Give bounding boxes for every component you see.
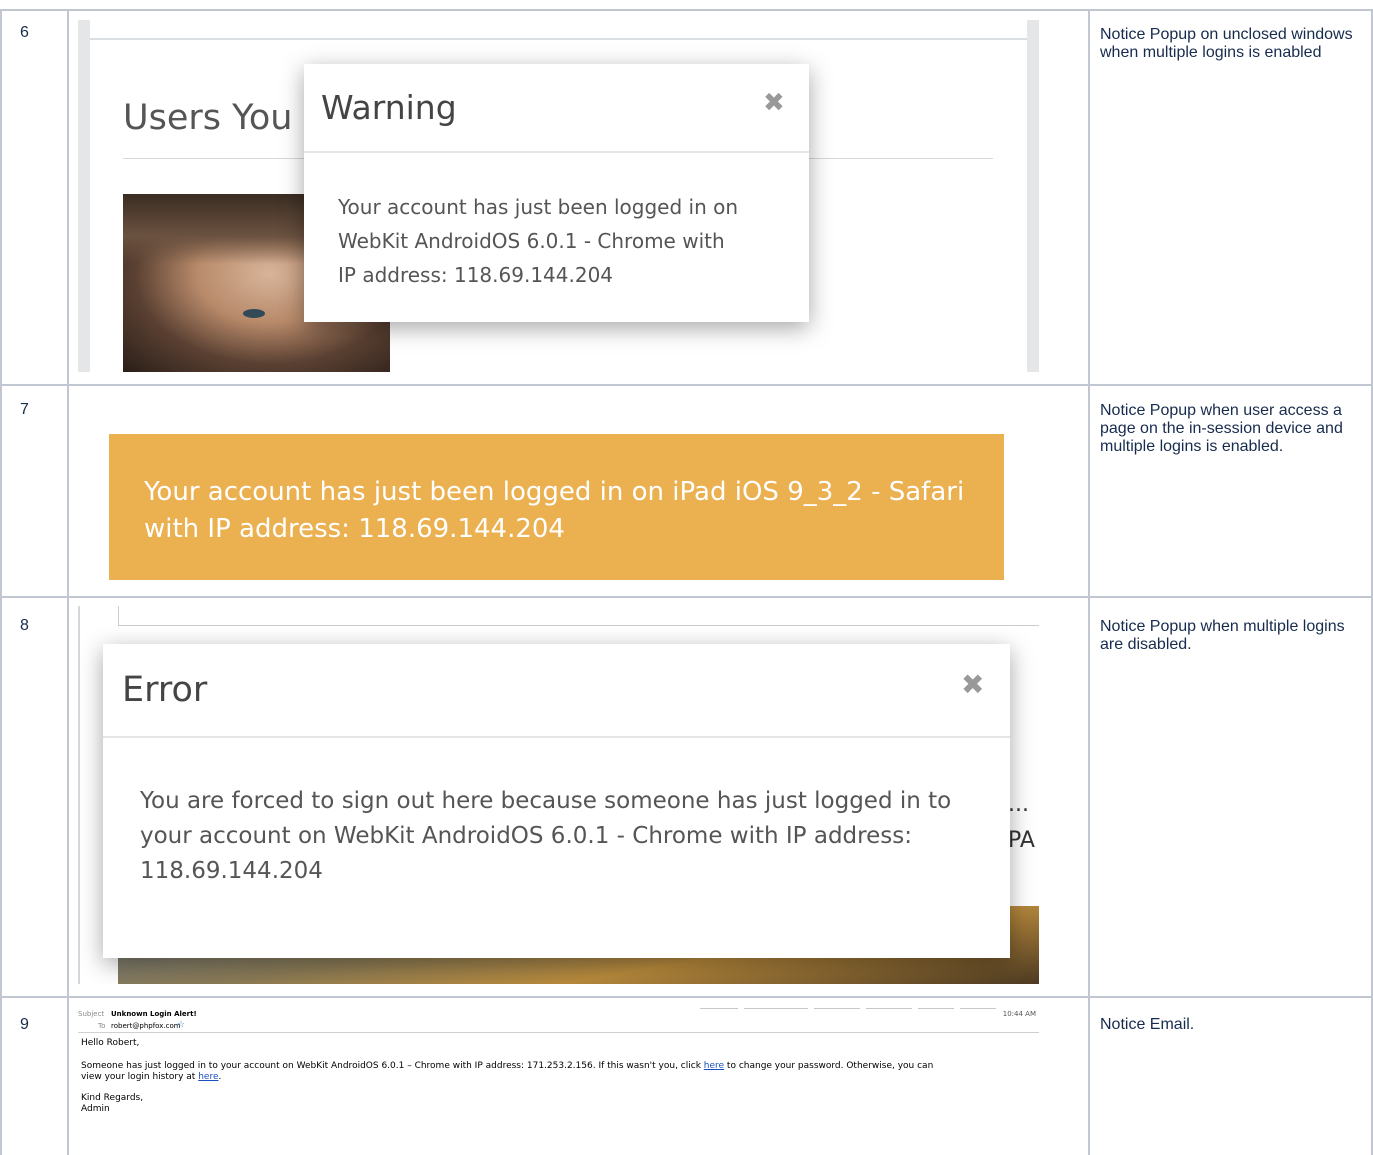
modal-message: Your account has just been logged in on …	[338, 190, 738, 292]
toolbar-button[interactable]	[960, 1008, 996, 1009]
column-divider	[67, 10, 69, 1155]
row-number: 7	[20, 401, 29, 418]
to-label: To	[98, 1022, 106, 1030]
warning-popup-screenshot: Users You Warning ✖ Your account has jus…	[78, 20, 1039, 372]
row-number: 9	[20, 1016, 29, 1033]
star-icon[interactable]: ☆	[177, 1020, 185, 1030]
error-modal: Error ✖ You are forced to sign out here …	[103, 644, 1010, 958]
frame-edge	[1027, 20, 1039, 372]
message-line: IP address: 118.69.144.204	[338, 263, 614, 287]
background-text: PA	[1008, 828, 1035, 853]
message-line: WebKit AndroidOS 6.0.1 - Chrome with	[338, 229, 725, 253]
email-recipient[interactable]: robert@phpfox.com	[111, 1022, 181, 1030]
body-text: Someone has just logged in to your accou…	[81, 1061, 704, 1071]
body-text: view your login history at	[81, 1072, 199, 1082]
modal-title: Error	[122, 670, 208, 710]
notice-email: Subject Unknown Login Alert! To robert@p…	[78, 1004, 1039, 1155]
email-time: 10:44 AM	[1002, 1010, 1036, 1018]
change-password-link[interactable]: here	[704, 1061, 724, 1071]
table-border-left	[0, 10, 2, 1155]
error-popup-screenshot: ... PA Error ✖ You are forced to sign ou…	[78, 606, 1039, 984]
toolbar-button[interactable]	[814, 1008, 860, 1009]
modal-message: You are forced to sign out here because …	[140, 784, 951, 889]
body-text: to change your password. Otherwise, you …	[724, 1061, 934, 1071]
row-description: Notice Popup on unclosed windows when mu…	[1100, 26, 1353, 61]
email-greeting: Hello Robert,	[81, 1038, 140, 1048]
row-number: 6	[20, 24, 29, 41]
message-line: your account on WebKit AndroidOS 6.0.1 -…	[140, 823, 912, 849]
notice-table: 6 7 8 9 Notice Popup on unclosed windows…	[0, 0, 1373, 1155]
column-divider	[1088, 10, 1090, 1155]
toolbar-button[interactable]	[866, 1008, 912, 1009]
divider	[90, 38, 1027, 40]
background-text: ...	[1008, 792, 1029, 817]
login-alert-banner: Your account has just been logged in on …	[109, 434, 1004, 580]
frame-edge	[78, 606, 80, 984]
row-divider	[0, 996, 1373, 998]
alert-message: Your account has just been logged in on …	[144, 477, 965, 544]
toolbar-button[interactable]	[918, 1008, 954, 1009]
close-icon[interactable]: ✖	[961, 668, 984, 701]
subject-label: Subject	[78, 1010, 105, 1018]
row-description: Notice Email.	[1100, 1016, 1195, 1033]
message-line: You are forced to sign out here because …	[140, 788, 952, 814]
body-text: .	[218, 1072, 222, 1082]
warning-modal: Warning ✖ Your account has just been log…	[304, 64, 809, 322]
page-heading: Users You	[123, 98, 293, 138]
row-description: Notice Popup when multiple logins are di…	[1100, 618, 1345, 653]
modal-title: Warning	[321, 88, 457, 127]
divider	[118, 625, 1039, 626]
table-border-top	[0, 9, 1373, 11]
message-line: Your account has just been logged in on	[338, 195, 739, 219]
email-closing: Kind Regards,	[81, 1093, 144, 1103]
toolbar-button[interactable]	[744, 1008, 808, 1009]
email-signature: Admin	[81, 1104, 110, 1114]
modal-divider	[103, 736, 1010, 738]
row-divider	[0, 596, 1373, 598]
toolbar-button[interactable]	[700, 1008, 738, 1009]
message-line: 118.69.144.204	[140, 858, 323, 884]
close-icon[interactable]: ✖	[763, 88, 785, 118]
modal-divider	[304, 151, 809, 153]
email-body: Someone has just logged in to your accou…	[81, 1061, 1039, 1083]
email-subject: Unknown Login Alert!	[111, 1010, 197, 1018]
row-description: Notice Popup when user access a page on …	[1100, 402, 1343, 455]
frame-edge	[118, 606, 119, 626]
frame-edge	[78, 20, 90, 372]
header-divider	[78, 1032, 1039, 1033]
login-history-link[interactable]: here	[198, 1072, 218, 1082]
row-number: 8	[20, 617, 29, 634]
photo-detail	[243, 309, 265, 318]
row-divider	[0, 384, 1373, 386]
